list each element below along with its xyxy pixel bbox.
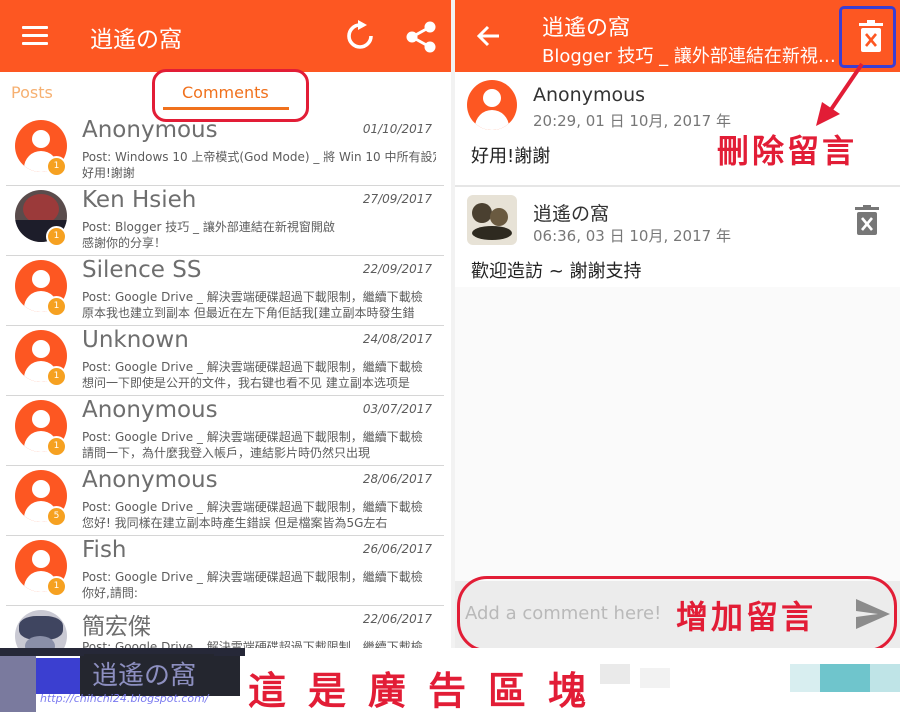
post-title: Post: Google Drive _ 解決雲端硬碟超過下載限制，繼續下載檢 <box>82 500 423 514</box>
detail-subtitle: Blogger 技巧 _ 讓外部連結在新視窗開啟 <box>542 46 838 67</box>
comment-snippet: 好用!謝謝 <box>82 166 135 180</box>
post-title: Post: Google Drive _ 解決雲端硬碟超過下載限制，繼續下載檢 <box>82 570 423 584</box>
reply-count-badge: 1 <box>46 156 67 177</box>
comment-list-item[interactable]: 簡宏傑 22/06/2017 Post: Google Drive _ 解決雲端硬碟… <box>6 606 444 648</box>
comment-list-item[interactable]: 1 Anonymous 03/07/2017 Post: Google Drive _… <box>6 396 444 466</box>
avatar <box>15 610 67 648</box>
blog-logo: 逍遙の窩 <box>84 654 214 694</box>
comment-snippet: 你好,請問: <box>82 586 138 600</box>
comment-text: 好用!謝謝 <box>471 146 551 167</box>
share-icon[interactable] <box>404 20 438 54</box>
comment-time: 20:29, 01 日 10月, 2017 年 <box>533 112 731 130</box>
comment-date: 27/09/2017 <box>362 192 432 206</box>
comment-date: 26/06/2017 <box>362 542 432 556</box>
comment-list-item[interactable]: 1 Silence SS 22/09/2017 Post: Google Drive … <box>6 256 444 326</box>
comment-date: 03/07/2017 <box>362 402 432 416</box>
reply-count-badge: 1 <box>46 366 67 387</box>
comment-list-item[interactable]: 1 Anonymous 01/10/2017 Post: Windows 10 上帝模… <box>6 116 444 186</box>
commenter-name: Silence SS <box>82 257 202 283</box>
comment-snippet: 感謝你的分享！ <box>82 236 167 250</box>
comment-author: 逍遙の窩 <box>533 203 610 225</box>
comment-date: 22/06/2017 <box>362 612 432 626</box>
commenter-name: Fish <box>82 537 127 563</box>
comment-snippet: 想问一下即使是公开的文件，我右键也看不见 建立副本选项是 <box>82 376 410 390</box>
post-title: Post: Windows 10 上帝模式(God Mode) _ 將 Win … <box>82 150 436 164</box>
back-arrow-icon[interactable] <box>475 22 503 50</box>
comment-list-item[interactable]: 1 Ken Hsieh 27/09/2017 Post: Blogger 技巧 _ 讓… <box>6 186 444 256</box>
comment-date: 28/06/2017 <box>362 472 432 486</box>
commenter-name: Unknown <box>82 327 189 353</box>
comment-snippet: 您好! 我同樣在建立副本時產生錯誤 但是檔案皆為5G左右 <box>82 516 388 530</box>
detail-title: 逍遙の窩 <box>542 16 631 41</box>
menu-icon[interactable] <box>22 26 48 46</box>
ad-annotation: 這是廣告區塊 <box>248 668 609 712</box>
tab-posts[interactable]: Posts <box>11 83 53 102</box>
app-bar: 逍遙の窩 <box>0 0 451 72</box>
comment-date: 22/09/2017 <box>362 262 432 276</box>
reply-count-badge: 1 <box>46 226 67 247</box>
svg-text:逍遙の窩: 逍遙の窩 <box>92 661 196 691</box>
comment-snippet: 請問一下，為什麼我登入帳戶，連結影片時仍然只出現 <box>82 446 371 460</box>
reply-count-badge: 1 <box>46 296 67 317</box>
input-highlight-annotation <box>457 576 897 652</box>
blog-logo-avatar <box>467 195 517 245</box>
ad-banner: 逍遙の窩 http://chihchi24.blogspot.com/ 這是廣告… <box>0 648 900 712</box>
comment-snippet: 原本我也建立到副本 但最近在左下角佢話我[建立副本時發生錯 <box>82 306 415 320</box>
comment-author: Anonymous <box>533 84 646 106</box>
reply-count-badge: 5 <box>46 506 67 527</box>
delete-highlight-annotation <box>839 6 896 68</box>
refresh-icon[interactable] <box>344 20 376 52</box>
avatar <box>467 80 517 130</box>
post-title: Post: Google Drive _ 解決雲端硬碟超過下載限制，繼續下載檢 <box>82 430 423 444</box>
comment-date: 01/10/2017 <box>362 122 432 136</box>
comment-list-item[interactable]: 1 Fish 26/06/2017 Post: Google Drive _ 解決雲端… <box>6 536 444 606</box>
blog-url: http://chihchi24.blogspot.com/ <box>40 692 209 705</box>
post-title: Post: Google Drive _ 解決雲端硬碟超過下載限制，繼續下載檢 <box>82 360 423 374</box>
delete-comment-icon[interactable] <box>855 205 879 235</box>
commenter-name: Anonymous <box>82 467 218 493</box>
reply-count-badge: 1 <box>46 576 67 597</box>
post-title: Post: Blogger 技巧 _ 讓外部連結在新視窗開啟 <box>82 220 335 234</box>
post-title: Post: Google Drive _ 解決雲端硬碟超過下載限制，繼續下載檢 <box>82 290 423 304</box>
commenter-name: Anonymous <box>82 397 218 423</box>
comment-time: 06:36, 03 日 10月, 2017 年 <box>533 227 731 245</box>
comment-date: 24/08/2017 <box>362 332 432 346</box>
post-title: Post: Google Drive _ 解決雲端硬碟超過下載限制，繼續下載檢 <box>82 640 423 648</box>
comment-list-item[interactable]: 5 Anonymous 28/06/2017 Post: Google Drive _… <box>6 466 444 536</box>
annotation-arrow-icon <box>816 62 864 126</box>
comment-list-item[interactable]: 1 Unknown 24/08/2017 Post: Google Drive _ 解… <box>6 326 444 396</box>
reply-count-badge: 1 <box>46 436 67 457</box>
comment-card: 逍遙の窩 06:36, 03 日 10月, 2017 年 歡迎造訪 ~ 謝謝支持 <box>455 187 900 287</box>
commenter-name: 簡宏傑 <box>82 614 151 640</box>
delete-comment-annotation: 刪除留言 <box>717 132 858 170</box>
comment-text: 歡迎造訪 ~ 謝謝支持 <box>471 261 642 282</box>
commenter-name: Ken Hsieh <box>82 187 197 213</box>
app-title: 逍遙の窩 <box>90 27 182 53</box>
tab-highlight-annotation <box>152 69 309 122</box>
